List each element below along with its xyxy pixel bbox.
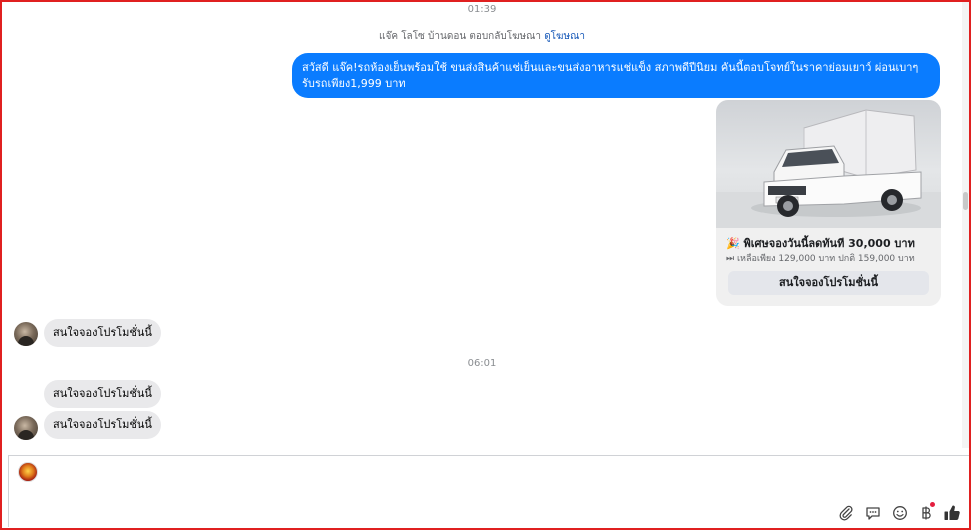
- avatar[interactable]: [14, 322, 38, 346]
- ad-card-subtitle: ⏭ เหลือเพียง 129,000 บาท ปกติ 159,000 บา…: [726, 254, 915, 264]
- truck-image-icon: [716, 109, 941, 228]
- outgoing-message: สวัสดี แจ๊ค!รถห้องเย็นพร้อมใช้ ขนส่งสินค…: [292, 53, 940, 98]
- incoming-message: สนใจจองโปรโมชั่นนี้: [44, 319, 161, 347]
- scroll-thumb[interactable]: [963, 192, 968, 210]
- message-input[interactable]: [45, 460, 945, 486]
- ad-card[interactable]: 🎉 พิเศษจองวันนี้ลดทันที 30,000 บาท ⏭ เหล…: [716, 100, 941, 306]
- ad-card-image[interactable]: [716, 100, 941, 228]
- quick-reply-icon[interactable]: [864, 504, 882, 522]
- baht-payment-icon[interactable]: [917, 502, 935, 522]
- timestamp: 06:01: [467, 358, 497, 369]
- avatar[interactable]: [14, 416, 38, 440]
- ad-reply-text: แจ๊ค โลโซ บ้านดอน ตอบกลับโฆษณา: [379, 31, 541, 42]
- chat-scrollbar[interactable]: [962, 2, 969, 448]
- ad-card-title: 🎉 พิเศษจองวันนี้ลดทันที 30,000 บาท: [726, 237, 915, 250]
- view-ad-link[interactable]: ดูโฆษณา: [544, 31, 585, 42]
- notification-dot: [930, 502, 935, 507]
- incoming-message: สนใจจองโปรโมชั่นนี้: [44, 380, 161, 408]
- reserve-promotion-button[interactable]: สนใจจองโปรโมชั่นนี้: [728, 271, 929, 295]
- emoji-icon[interactable]: [891, 504, 909, 522]
- paperclip-icon[interactable]: [837, 504, 855, 522]
- thumbs-up-icon[interactable]: [943, 504, 961, 522]
- chat-thread: 01:39 แจ๊ค โลโซ บ้านดอน ตอบกลับโฆษณา ดูโ…: [2, 2, 962, 450]
- page-avatar: [18, 462, 38, 482]
- ad-reply-note: แจ๊ค โลโซ บ้านดอน ตอบกลับโฆษณา ดูโฆษณา: [2, 29, 962, 44]
- incoming-message: สนใจจองโปรโมชั่นนี้: [44, 411, 161, 439]
- message-composer: [8, 455, 970, 527]
- timestamp: 01:39: [467, 4, 497, 15]
